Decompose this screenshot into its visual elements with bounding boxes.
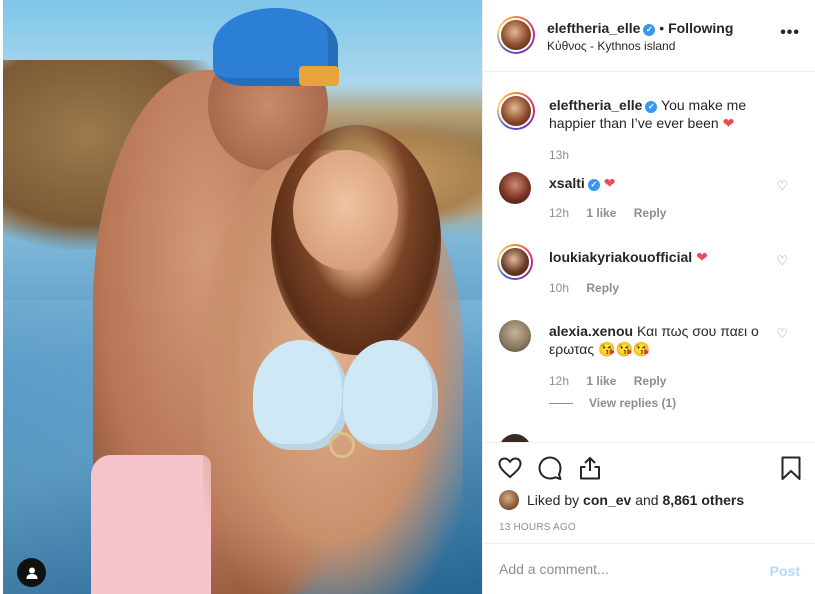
liked-by-avatar[interactable] bbox=[499, 490, 519, 510]
bookmark-icon[interactable] bbox=[778, 455, 804, 481]
liked-by-prefix: Liked by bbox=[527, 492, 580, 508]
caption-text-block: eleftheria_elle ✓ You make me happier tha… bbox=[549, 96, 759, 132]
comment-time[interactable]: 12h bbox=[549, 374, 569, 388]
kiss-emoji: 😘😘😘 bbox=[598, 341, 651, 357]
view-replies-button[interactable]: View replies (1) bbox=[549, 396, 676, 410]
comment-like-heart-icon[interactable]: ♡ bbox=[776, 253, 788, 269]
commenter-avatar[interactable] bbox=[499, 172, 531, 204]
share-icon[interactable] bbox=[577, 455, 603, 481]
verified-badge-icon: ✓ bbox=[587, 179, 600, 191]
red-heart-emoji: ❤ bbox=[603, 175, 616, 191]
photo-cap-brim bbox=[299, 66, 339, 86]
caption-time[interactable]: 13h bbox=[549, 148, 569, 162]
comment-meta: 12h 1 like Reply bbox=[549, 206, 680, 220]
comment-username[interactable]: loukiakyriakouofficial bbox=[549, 249, 692, 265]
post-actions: Liked by con_ev and 8,861 others 13 HOUR… bbox=[483, 442, 815, 543]
commenter-avatar[interactable] bbox=[499, 320, 531, 352]
comment-composer: Post bbox=[483, 543, 815, 594]
reply-button[interactable]: Reply bbox=[586, 281, 619, 295]
photo-shorts bbox=[91, 455, 211, 594]
post-photo[interactable] bbox=[3, 0, 482, 594]
verified-badge-icon: ✓ bbox=[645, 101, 658, 113]
author-avatar[interactable] bbox=[497, 16, 535, 54]
caption-meta: 13h bbox=[549, 148, 583, 162]
more-options-icon[interactable]: ••• bbox=[780, 24, 800, 42]
photo-bikini-ring bbox=[329, 432, 355, 458]
photo-face bbox=[293, 150, 398, 270]
comment-likes[interactable]: 1 like bbox=[586, 374, 616, 388]
post-header: eleftheria_elle ✓ • Following Κύθνος - Ky… bbox=[483, 0, 815, 72]
comment-username[interactable]: xsalti bbox=[549, 175, 585, 191]
post-side-panel: eleftheria_elle ✓ • Following Κύθνος - Ky… bbox=[482, 0, 815, 594]
liked-by-text: Liked by con_ev and 8,861 others bbox=[527, 492, 744, 508]
caption-username[interactable]: eleftheria_elle bbox=[549, 97, 642, 113]
comment-time[interactable]: 12h bbox=[549, 206, 569, 220]
comment-username[interactable]: alexia.xenou bbox=[549, 323, 633, 339]
author-line: eleftheria_elle ✓ • Following bbox=[547, 20, 733, 36]
post-timestamp[interactable]: 13 HOURS AGO bbox=[499, 522, 576, 533]
comments-list[interactable]: eleftheria_elle ✓ You make me happier tha… bbox=[483, 72, 815, 442]
caption-avatar[interactable] bbox=[497, 92, 535, 130]
comment-text-block: loukiakyriakouofficial ❤ bbox=[549, 248, 789, 266]
commenter-avatar[interactable] bbox=[499, 434, 531, 442]
view-replies-label: View replies (1) bbox=[589, 396, 677, 410]
heart-icon[interactable] bbox=[497, 455, 523, 481]
following-button[interactable]: Following bbox=[668, 20, 733, 36]
liked-by-count[interactable]: 8,861 others bbox=[662, 492, 744, 508]
comment-icon[interactable] bbox=[537, 455, 563, 481]
comment-meta: 12h 1 like Reply bbox=[549, 374, 680, 388]
comment-time[interactable]: 10h bbox=[549, 281, 569, 295]
verified-badge-icon: ✓ bbox=[643, 24, 656, 36]
red-heart-emoji: ❤ bbox=[696, 249, 708, 265]
post-button[interactable]: Post bbox=[770, 563, 800, 579]
author-username[interactable]: eleftheria_elle bbox=[547, 20, 640, 36]
comment-likes[interactable]: 1 like bbox=[586, 206, 616, 220]
photo-bikini-right bbox=[343, 340, 438, 450]
liked-by-user[interactable]: con_ev bbox=[583, 492, 631, 508]
reply-button[interactable]: Reply bbox=[634, 206, 667, 220]
commenter-avatar[interactable] bbox=[497, 244, 533, 280]
comment-meta: 10h Reply bbox=[549, 281, 633, 295]
user-tag-icon[interactable] bbox=[17, 558, 46, 587]
liked-by-and: and bbox=[635, 492, 659, 508]
red-heart-emoji: ❤ bbox=[722, 115, 735, 131]
add-comment-input[interactable] bbox=[499, 559, 749, 579]
separator-dot: • bbox=[659, 20, 669, 36]
post-location[interactable]: Κύθνος - Kythnos island bbox=[547, 39, 675, 53]
reply-button[interactable]: Reply bbox=[634, 374, 667, 388]
comment-like-heart-icon[interactable]: ♡ bbox=[776, 326, 788, 342]
comment-text-block: alexia.xenou Και πως σου παει ο ερωτας 😘… bbox=[549, 322, 761, 358]
comment-text-block: xsalti ✓ ❤ bbox=[549, 174, 769, 192]
comment-like-heart-icon[interactable]: ♡ bbox=[776, 178, 788, 194]
view-replies-line bbox=[549, 403, 573, 405]
